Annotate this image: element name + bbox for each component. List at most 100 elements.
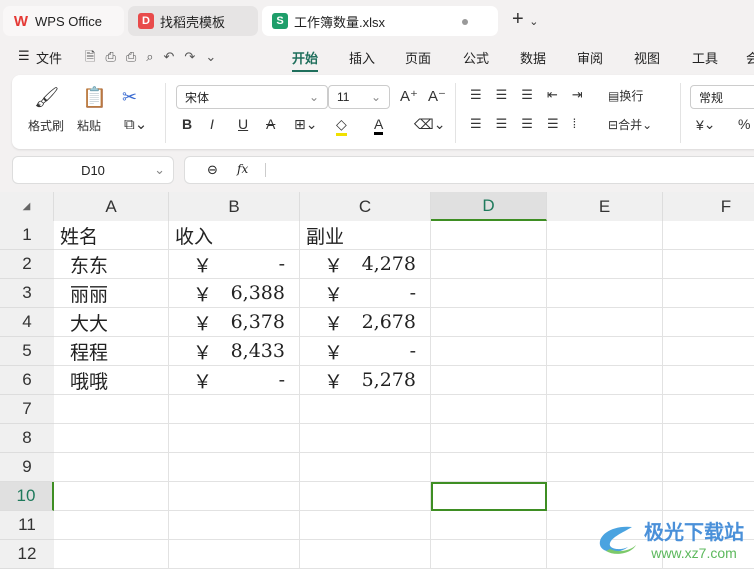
cell-F8[interactable] — [663, 424, 754, 453]
column-header-E[interactable]: E — [547, 192, 663, 221]
menu-file[interactable]: 文件 — [36, 48, 62, 67]
cell-B9[interactable] — [169, 453, 300, 482]
cell-A4[interactable]: 大大 — [54, 308, 169, 337]
unsaved-dot-icon[interactable] — [462, 19, 468, 25]
cell-D4[interactable] — [431, 308, 547, 337]
strikethrough-button[interactable]: A — [266, 116, 275, 132]
cell-E1[interactable] — [547, 221, 663, 250]
cell-A9[interactable] — [54, 453, 169, 482]
cut-icon[interactable]: ✂ — [122, 87, 137, 108]
cell-D5[interactable] — [431, 337, 547, 366]
font-size-select[interactable]: 11 ⌄ — [328, 85, 390, 109]
function-icon[interactable]: fx — [237, 162, 248, 176]
cell-A10[interactable] — [54, 482, 169, 511]
formula-bar[interactable]: ⊖ fx — [184, 156, 754, 184]
cell-D11[interactable] — [431, 511, 547, 540]
cell-A8[interactable] — [54, 424, 169, 453]
halign-icons[interactable]: ☰☰☰☰⁞ — [470, 116, 590, 132]
cell-A3[interactable]: 丽丽 — [54, 279, 169, 308]
row-header-2[interactable]: 2 — [0, 250, 54, 279]
column-header-F[interactable]: F — [663, 192, 754, 221]
cell-F5[interactable] — [663, 337, 754, 366]
cell-A2[interactable]: 东东 — [54, 250, 169, 279]
cell-B12[interactable] — [169, 540, 300, 569]
increase-font-icon[interactable]: A⁺ — [400, 87, 418, 105]
column-header-B[interactable]: B — [169, 192, 300, 221]
cell-B6[interactable]: ￥ - — [169, 366, 300, 395]
column-header-D[interactable]: D — [431, 192, 547, 221]
font-color-button[interactable]: A — [374, 116, 384, 135]
cell-C4[interactable]: ￥ 2,678 — [300, 308, 431, 337]
cell-D7[interactable] — [431, 395, 547, 424]
tab-insert[interactable]: 插入 — [349, 48, 375, 67]
cell-D9[interactable] — [431, 453, 547, 482]
cell-F1[interactable] — [663, 221, 754, 250]
tab-templates[interactable]: D 找稻壳模板 — [128, 6, 258, 36]
column-header-A[interactable]: A — [54, 192, 169, 221]
row-header-5[interactable]: 5 — [0, 337, 54, 366]
tab-tools[interactable]: 工具 — [692, 48, 718, 67]
cell-A6[interactable]: 哦哦 — [54, 366, 169, 395]
select-all-corner[interactable]: ◢ — [0, 192, 54, 221]
name-box[interactable]: D10 ⌄ — [12, 156, 174, 184]
cell-C7[interactable] — [300, 395, 431, 424]
cell-B2[interactable]: ￥ - — [169, 250, 300, 279]
clear-format-icon[interactable]: ⌫⌄ — [414, 116, 446, 133]
row-header-8[interactable]: 8 — [0, 424, 54, 453]
cell-A1[interactable]: 姓名 — [54, 221, 169, 250]
cell-C11[interactable] — [300, 511, 431, 540]
cell-B3[interactable]: ￥ 6,388 — [169, 279, 300, 308]
cell-C2[interactable]: ￥ 4,278 — [300, 250, 431, 279]
cell-C1[interactable]: 副业 — [300, 221, 431, 250]
cell-A12[interactable] — [54, 540, 169, 569]
fill-color-icon[interactable]: ◇ — [336, 116, 347, 136]
paste-button[interactable]: 粘贴 — [77, 117, 101, 134]
merge-button[interactable]: ⊟ 合并 ⌄ — [608, 116, 652, 133]
tab-view[interactable]: 视图 — [634, 48, 660, 67]
tab-review[interactable]: 审阅 — [577, 48, 603, 67]
cell-B7[interactable] — [169, 395, 300, 424]
paste-icon[interactable]: 📋 — [82, 85, 107, 110]
cell-D6[interactable] — [431, 366, 547, 395]
cell-F9[interactable] — [663, 453, 754, 482]
column-header-C[interactable]: C — [300, 192, 431, 221]
cell-E8[interactable] — [547, 424, 663, 453]
cell-D12[interactable] — [431, 540, 547, 569]
number-format-select[interactable]: 常规 — [690, 85, 754, 109]
italic-button[interactable]: I — [210, 116, 214, 132]
cell-B8[interactable] — [169, 424, 300, 453]
copy-icon[interactable]: ⧉⌄ — [124, 115, 147, 133]
cell-E9[interactable] — [547, 453, 663, 482]
new-tab-button[interactable]: + ⌄ — [512, 8, 538, 31]
cell-D3[interactable] — [431, 279, 547, 308]
percent-button[interactable]: % — [738, 116, 750, 132]
row-header-7[interactable]: 7 — [0, 395, 54, 424]
decrease-font-icon[interactable]: A⁻ — [428, 87, 446, 105]
currency-button[interactable]: ¥ ⌄ — [696, 116, 716, 133]
row-header-11[interactable]: 11 — [0, 511, 54, 540]
cell-E5[interactable] — [547, 337, 663, 366]
cell-E7[interactable] — [547, 395, 663, 424]
cell-A5[interactable]: 程程 — [54, 337, 169, 366]
cell-D1[interactable] — [431, 221, 547, 250]
cell-F3[interactable] — [663, 279, 754, 308]
zoom-icon[interactable]: ⊖ — [207, 162, 218, 178]
cell-E2[interactable] — [547, 250, 663, 279]
cell-B11[interactable] — [169, 511, 300, 540]
cell-C12[interactable] — [300, 540, 431, 569]
font-family-select[interactable]: 宋体 ⌄ — [176, 85, 328, 109]
cell-A7[interactable] — [54, 395, 169, 424]
row-header-6[interactable]: 6 — [0, 366, 54, 395]
format-painter-button[interactable]: 格式刷 — [28, 117, 64, 134]
tab-page[interactable]: 页面 — [405, 48, 431, 67]
row-header-9[interactable]: 9 — [0, 453, 54, 482]
align-icons[interactable]: ☰☰☰⇤⇥ — [470, 87, 597, 103]
cell-E10[interactable] — [547, 482, 663, 511]
cell-C3[interactable]: ￥ - — [300, 279, 431, 308]
cell-D2[interactable] — [431, 250, 547, 279]
cell-F4[interactable] — [663, 308, 754, 337]
row-header-12[interactable]: 12 — [0, 540, 54, 569]
wrap-text-button[interactable]: ▤ 换行 — [608, 87, 643, 104]
cell-C10[interactable] — [300, 482, 431, 511]
cell-F7[interactable] — [663, 395, 754, 424]
